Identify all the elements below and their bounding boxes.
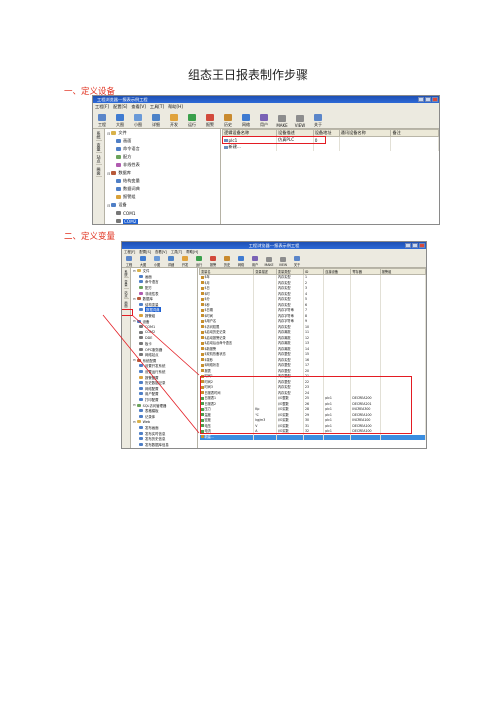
connector-lines	[102, 314, 200, 434]
connector-line-top	[131, 314, 200, 376]
connector-line-bottom	[102, 314, 200, 434]
